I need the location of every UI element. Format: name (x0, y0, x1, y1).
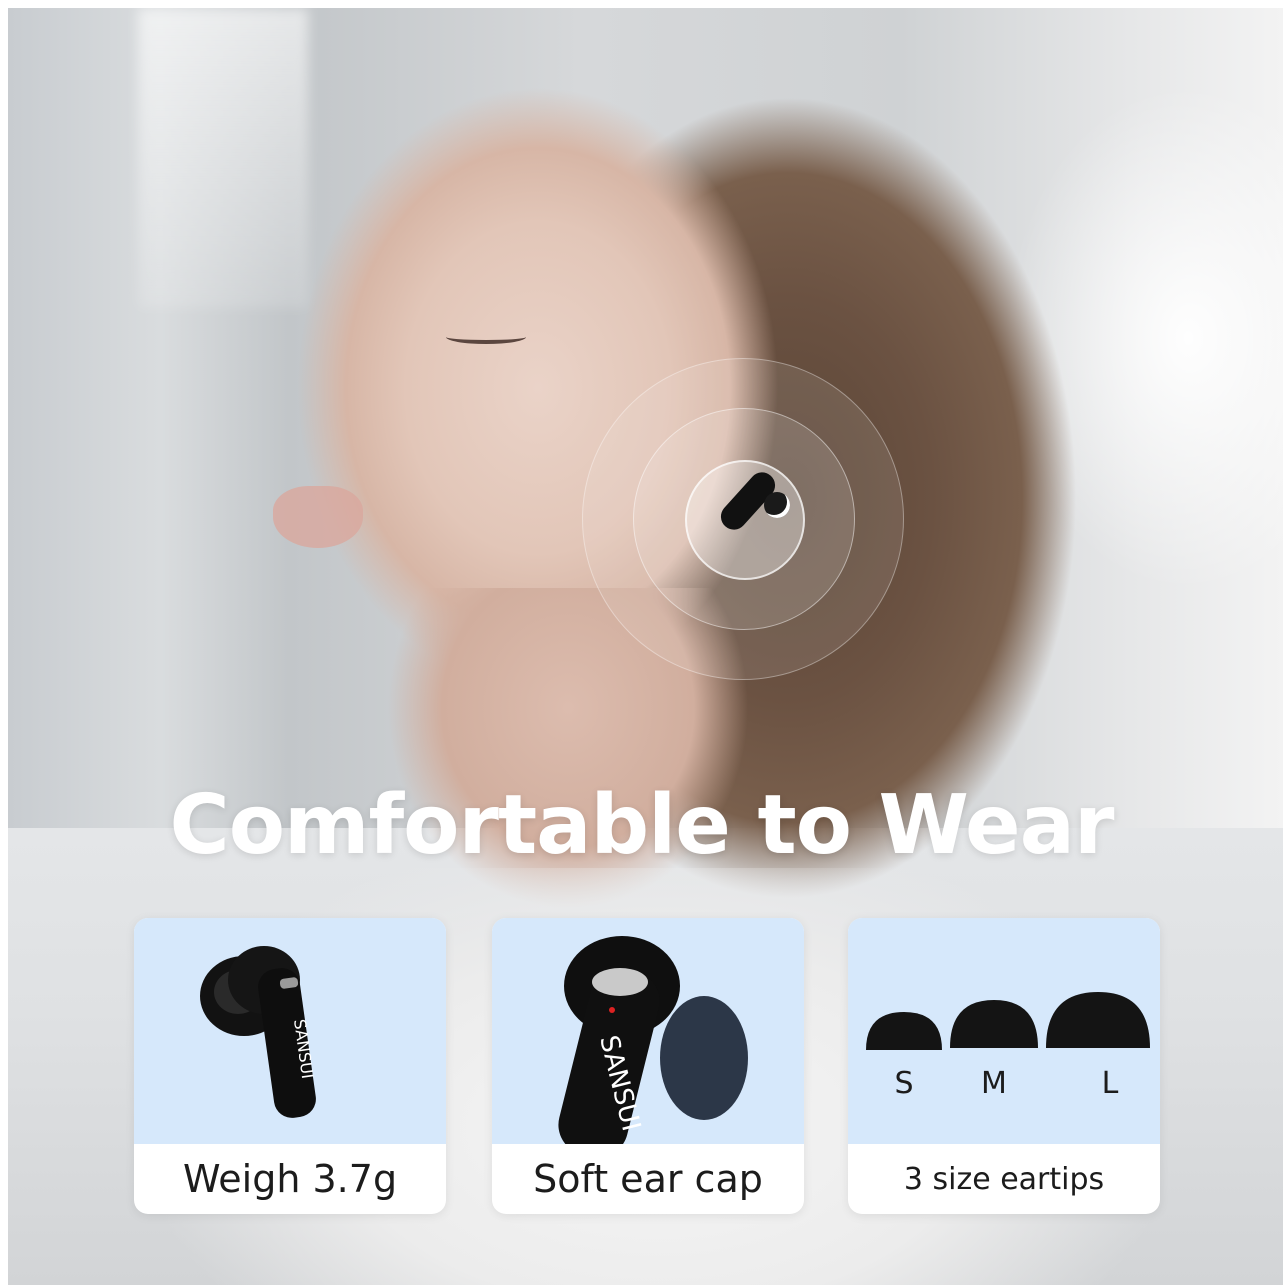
eartips-icon (866, 992, 1150, 1050)
eartip-size-s: S (894, 1066, 914, 1101)
eartip-size-l: L (1101, 1066, 1119, 1101)
feature-card-weight: SANSUI Weigh 3.7g (134, 918, 446, 1214)
earbud-icon: SANSUI (200, 946, 317, 1118)
headline: Comfortable to Wear (169, 778, 1115, 873)
product-image-frame: Comfortable to Wear SANSUI Weigh 3.7g SA… (0, 0, 1283, 1285)
feature-card-image: SANSUI (492, 918, 804, 1144)
eartip-medium (950, 1000, 1038, 1048)
closed-eye (446, 330, 526, 344)
worn-earbud-tip (764, 492, 790, 518)
feature-caption: 3 size eartips (903, 1161, 1105, 1197)
feature-caption: Soft ear cap (533, 1157, 763, 1201)
feature-card-ear-cap: SANSUI Soft ear cap (492, 918, 804, 1214)
eartip-size-m: M (981, 1066, 1007, 1101)
lips (273, 486, 363, 548)
feature-card-image: S M L (848, 918, 1160, 1144)
earbud-closeup-icon: SANSUI (558, 936, 748, 1144)
feature-caption: Weigh 3.7g (182, 1157, 398, 1201)
feature-card-image: SANSUI (134, 918, 446, 1144)
eartip-small (866, 1012, 942, 1050)
feature-card-eartips: S M L 3 size eartips (848, 918, 1160, 1214)
eartip-large (1046, 992, 1150, 1048)
